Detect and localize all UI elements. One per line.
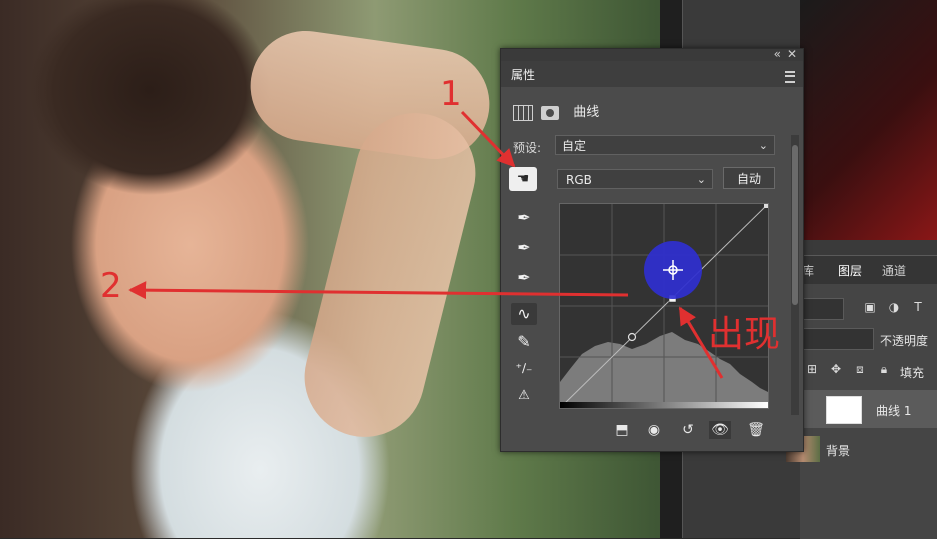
move-lock-icon[interactable]: ✥ [828,362,844,378]
black-eyedropper-icon[interactable]: ✒ [511,207,537,229]
visibility-icon[interactable]: 👁︎ [709,421,731,439]
curve-endpoint[interactable] [764,204,768,208]
view-previous-icon[interactable]: ◉ [643,421,665,439]
tab-channels[interactable]: 通道 [882,262,906,279]
annotation-number-1: 1 [440,74,462,114]
type-filter-icon[interactable]: T [910,300,926,316]
reset-icon[interactable]: ↺ [677,421,699,439]
layers-tabs: 库 图层 通道 [800,256,937,284]
output-gradient-bar [560,402,768,408]
padlock-icon[interactable]: 🔒︎ [876,362,892,378]
color-preview-area [800,0,937,240]
target-adjust-icon[interactable]: ☚ [509,167,537,191]
lock-icon[interactable]: ⊞ [804,362,820,378]
preset-label: 预设: [513,141,542,155]
adjustment-header: 曲线 [513,101,599,121]
curve-edit-icon[interactable]: ∿ [511,303,537,325]
white-eyedropper-icon[interactable]: ✒ [511,267,537,289]
properties-panel: « ✕ 属性 曲线 预设: 自定 ⌄ ☚ ✒ ✒ ✒ ∿ ✎ ⁺∕₋ ⚠ RGB… [500,47,804,452]
preset-value: 自定 [562,139,587,153]
panel-scrollbar[interactable] [791,135,799,415]
panel-titlebar [501,61,803,87]
panel-topbar: « ✕ [501,47,803,61]
mask-icon[interactable] [541,105,560,120]
layer-row-curves[interactable]: 曲线 1 [800,390,937,428]
artboard-lock-icon[interactable]: ⧈ [852,362,868,378]
adjustment-name: 曲线 [573,105,600,120]
curves-adjustment-icon[interactable] [513,104,533,121]
close-icon[interactable]: ✕ [787,47,797,61]
fill-label: 填充 [900,366,925,380]
auto-button[interactable]: 自动 [723,167,775,189]
chevron-down-icon: ⌄ [696,173,706,186]
photo-hair [0,0,300,300]
gray-eyedropper-icon[interactable]: ✒ [511,237,537,259]
layer-name-curves: 曲线 1 [876,404,912,418]
layer-row-background[interactable]: 背景 [786,430,937,468]
channel-select[interactable]: RGB ⌄ [557,169,713,189]
panel-menu-icon[interactable] [785,71,795,83]
scrollbar-thumb[interactable] [792,145,798,305]
smooth-icon[interactable]: ⁺∕₋ [511,357,537,379]
annotation-appear-label: 出现 [708,314,781,355]
tab-layers[interactable]: 图层 [838,262,862,279]
clipping-warning-icon[interactable]: ⚠ [511,385,537,407]
collapse-icon[interactable]: « [774,47,781,61]
image-filter-icon[interactable]: ▣ [862,300,878,316]
curve-point[interactable] [627,332,637,342]
preset-select[interactable]: 自定 ⌄ [555,135,775,155]
annotation-number-2: 2 [100,266,122,306]
panel-title[interactable]: 属性 [511,66,535,83]
opacity-label: 不透明度 [880,334,929,348]
clip-to-layer-icon[interactable]: ⬒ [611,421,633,439]
layer-mask-thumbnail [826,396,862,424]
delete-icon[interactable]: 🗑︎ [745,421,767,439]
layer-filter-dropdown[interactable] [802,298,844,320]
channel-value: RGB [566,173,592,187]
adjustment-filter-icon[interactable]: ◑ [886,300,902,316]
layer-name-background: 背景 [826,444,851,458]
panel-bottom-toolbar: ⬒ ◉ ↺ 👁︎ 🗑︎ [501,411,803,449]
chevron-down-icon: ⌄ [758,139,768,152]
blend-mode-dropdown[interactable] [802,328,874,350]
pencil-icon[interactable]: ✎ [511,331,537,353]
